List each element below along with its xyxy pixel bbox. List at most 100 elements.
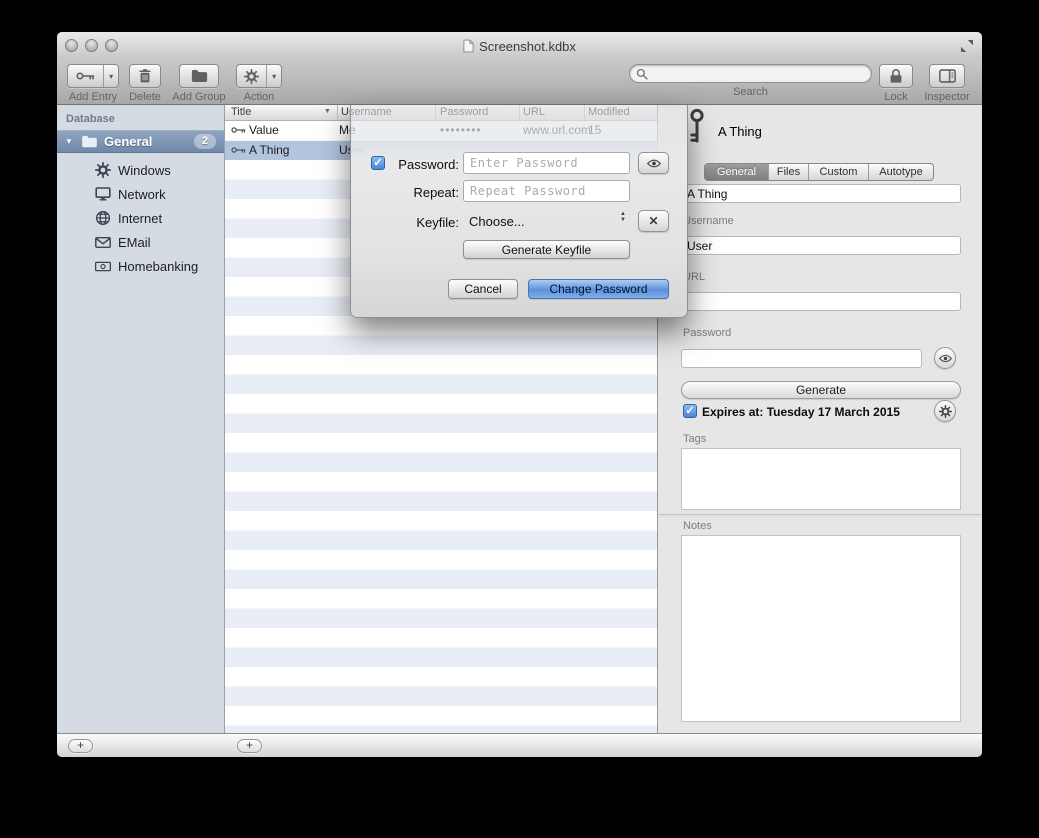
password-label: Password [683,327,731,339]
password-field[interactable] [681,349,922,368]
titlebar[interactable]: Screenshot.kdbx [57,32,982,60]
close-button[interactable] [65,39,78,52]
inspector-tabs: General Files Custom Autotype [704,163,934,181]
add-group-plus-button[interactable]: + [68,739,93,753]
envelope-icon [95,236,111,249]
keyfile-value: Choose... [469,214,525,229]
tab-files[interactable]: Files [769,164,809,180]
search-area: Search [629,64,872,98]
title-field[interactable] [681,184,961,203]
lock-button[interactable] [879,64,913,88]
add-entry-label: Add Entry [69,91,117,103]
expires-checkbox[interactable]: ✓ [683,404,697,418]
gear-icon [237,65,266,87]
group-count-badge: 2 [194,134,216,149]
inspector-label: Inspector [924,91,969,103]
add-entry-button[interactable]: ▾ [67,64,119,88]
action-label: Action [244,91,275,103]
action-button[interactable]: ▾ [236,64,282,88]
entry-title: A Thing [718,124,762,139]
tab-autotype[interactable]: Autotype [869,164,933,180]
add-entry-plus-button[interactable]: + [237,739,262,753]
sidebar-item-internet[interactable]: Internet [57,206,224,230]
sidebar-item-homebanking[interactable]: Homebanking [57,254,224,278]
window-title: Screenshot.kdbx [57,32,982,60]
sidebar-item-label: Network [118,187,166,202]
sidebar-group-general[interactable]: ▼ General 2 [57,130,224,153]
cell-title: A Thing [249,143,289,157]
change-password-button[interactable]: Change Password [528,279,669,299]
tab-general[interactable]: General [705,164,769,180]
sidebar-item-email[interactable]: EMail [57,230,224,254]
inspector-panel: A Thing General Files Custom Autotype Us… [658,105,982,733]
clear-keyfile-button[interactable]: ✕ [638,210,669,232]
search-input[interactable] [652,66,865,81]
stepper-arrows-icon: ▲ ▼ [620,211,626,223]
keyfile-label: Keyfile: [383,215,459,230]
sidebar-item-label: Internet [118,211,162,226]
key-icon [68,65,103,87]
disclosure-triangle-icon[interactable]: ▼ [65,137,75,146]
desktop: Screenshot.kdbx ▾ Add Entry Delete [0,0,1039,838]
search-icon [636,68,648,80]
generate-keyfile-button[interactable]: Generate Keyfile [463,240,630,259]
gear-icon [95,162,111,178]
show-password-button[interactable] [934,347,956,369]
minimize-button[interactable] [85,39,98,52]
toolbar: ▾ Add Entry Delete Add Group [57,60,982,105]
sidebar-header: Database [66,113,115,125]
show-password-button[interactable] [638,152,669,174]
username-field[interactable] [681,236,961,255]
key-icon [688,107,706,145]
app-window: Screenshot.kdbx ▾ Add Entry Delete [57,32,982,757]
sort-indicator-icon: ▼ [324,108,331,115]
eye-icon [647,159,661,168]
password-input[interactable] [463,152,630,174]
search-field[interactable] [629,64,872,83]
sidebar-item-label: EMail [118,235,151,250]
change-password-dialog: ✓ Password: Repeat: Keyfile: Choose... ▲… [350,105,688,318]
zoom-button[interactable] [105,39,118,52]
sidebar-item-label: Homebanking [118,259,198,274]
lock-icon [889,68,903,84]
chevron-down-icon[interactable]: ▾ [103,65,118,87]
repeat-password-input[interactable] [463,180,630,202]
cell-title: Value [249,123,279,137]
repeat-label: Repeat: [383,185,459,200]
trash-icon [137,68,153,84]
inspector-button[interactable] [929,64,965,88]
sidebar-item-label: Windows [118,163,171,178]
notes-field[interactable] [681,535,961,722]
window-title-text: Screenshot.kdbx [479,39,576,54]
sidebar-item-network[interactable]: Network [57,182,224,206]
notes-label: Notes [683,520,712,532]
tab-custom[interactable]: Custom [809,164,869,180]
banknote-icon [95,261,111,272]
delete-button[interactable] [129,64,161,88]
expiry-settings-button[interactable] [934,400,956,422]
url-field[interactable] [681,292,961,311]
fullscreen-icon[interactable] [960,39,974,53]
window-controls [65,39,118,52]
username-label: Username [683,215,734,227]
generate-password-button[interactable]: Generate [681,381,961,399]
column-header-title[interactable]: Title [231,106,251,118]
key-icon [231,126,246,134]
tags-field[interactable] [681,448,961,510]
add-group-label: Add Group [172,91,225,103]
password-label: Password: [383,157,459,172]
key-icon [231,146,246,154]
bottom-bar: + + [57,733,982,757]
add-group-button[interactable] [179,64,219,88]
lock-label: Lock [884,91,907,103]
gear-icon [939,405,952,418]
folder-icon [191,69,208,83]
keyfile-popup[interactable]: Choose... ▲ ▼ [463,210,630,232]
section-divider [658,514,982,515]
document-icon [463,39,474,53]
sidebar-item-windows[interactable]: Windows [57,158,224,182]
chevron-down-icon[interactable]: ▾ [266,65,281,87]
tags-label: Tags [683,433,706,445]
cancel-button[interactable]: Cancel [448,279,518,299]
monitor-icon [95,186,111,202]
